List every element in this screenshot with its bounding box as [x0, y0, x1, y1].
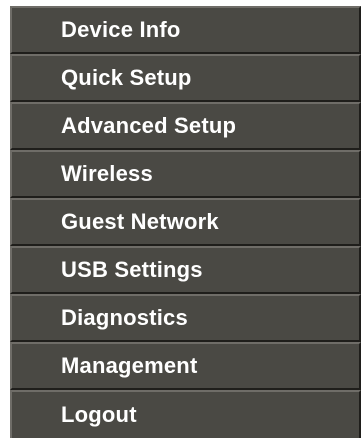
menu-list: Device Info Quick Setup Advanced Setup W… — [10, 6, 361, 438]
menu-item-label[interactable]: Quick Setup — [61, 56, 359, 100]
menu-item-wireless[interactable]: Wireless — [10, 150, 361, 198]
main-navigation-menu: Device Info Quick Setup Advanced Setup W… — [0, 0, 361, 438]
menu-item-diagnostics[interactable]: Diagnostics — [10, 294, 361, 342]
menu-item-quick-setup[interactable]: Quick Setup — [10, 54, 361, 102]
menu-item-management[interactable]: Management — [10, 342, 361, 390]
menu-item-label[interactable]: Advanced Setup — [61, 104, 359, 148]
menu-item-label[interactable]: Guest Network — [61, 200, 359, 244]
menu-item-label[interactable]: Device Info — [61, 8, 359, 52]
menu-item-label[interactable]: USB Settings — [61, 248, 359, 292]
menu-item-device-info[interactable]: Device Info — [10, 6, 361, 54]
menu-item-logout[interactable]: Logout — [10, 390, 361, 438]
menu-item-label[interactable]: Wireless — [61, 152, 359, 196]
menu-item-label[interactable]: Diagnostics — [61, 296, 359, 340]
menu-item-label[interactable]: Logout — [61, 392, 359, 438]
menu-item-label[interactable]: Management — [61, 344, 359, 388]
menu-item-usb-settings[interactable]: USB Settings — [10, 246, 361, 294]
menu-item-advanced-setup[interactable]: Advanced Setup — [10, 102, 361, 150]
menu-item-guest-network[interactable]: Guest Network — [10, 198, 361, 246]
